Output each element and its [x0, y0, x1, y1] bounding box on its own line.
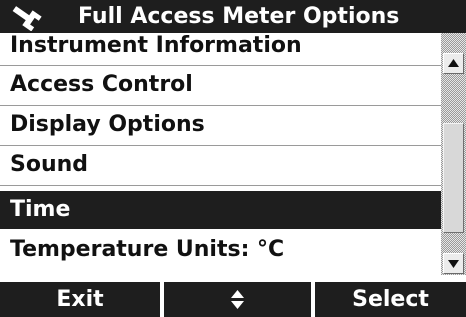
menu-item-temperature-units[interactable]: Temperature Units: °C	[0, 231, 441, 275]
arrow-down-icon	[448, 260, 459, 268]
navigate-button[interactable]	[164, 282, 311, 317]
scroll-thumb[interactable]	[443, 123, 464, 233]
title-bar: Full Access Meter Options	[0, 0, 466, 33]
up-down-arrows-icon	[231, 290, 244, 309]
menu-item-access-control[interactable]: Access Control	[0, 66, 441, 106]
select-button[interactable]: Select	[315, 282, 466, 317]
menu-item-time[interactable]: Time	[0, 191, 441, 229]
wrench-icon	[12, 6, 42, 31]
arrow-up-icon	[448, 59, 459, 67]
menu-item-sound[interactable]: Sound	[0, 146, 441, 186]
menu-item-display-options[interactable]: Display Options	[0, 106, 441, 146]
exit-button[interactable]: Exit	[0, 282, 160, 317]
scrollbar[interactable]	[441, 33, 466, 275]
page-title: Full Access Meter Options	[78, 4, 400, 29]
options-menu: Instrument Information Access Control Di…	[0, 33, 441, 275]
scroll-up-button[interactable]	[443, 53, 464, 74]
menu-item-instrument-information[interactable]: Instrument Information	[0, 33, 441, 66]
scroll-down-button[interactable]	[443, 253, 464, 274]
softkey-bar: Exit Select	[0, 282, 466, 317]
